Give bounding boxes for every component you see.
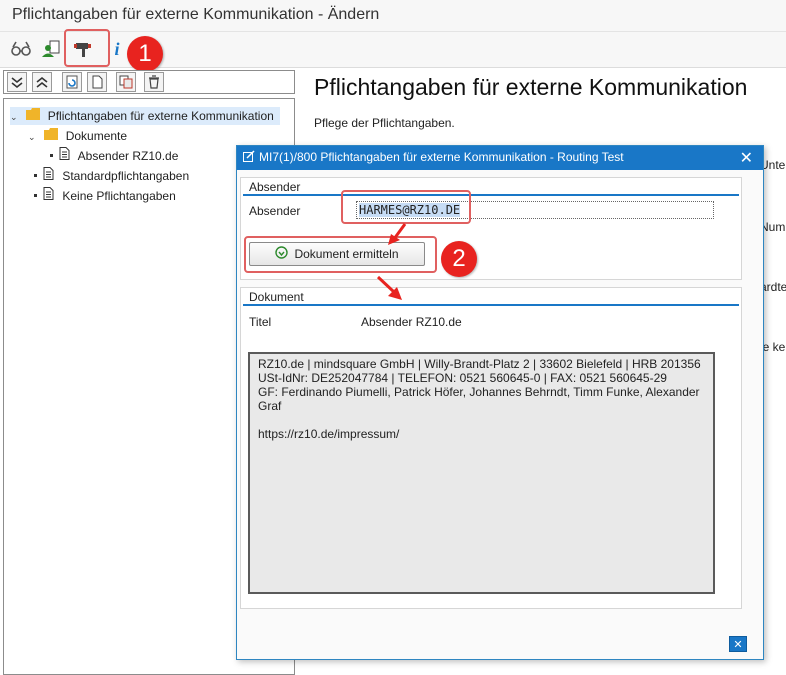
annotation-badge-2: 2 <box>441 241 477 277</box>
dialog-cancel-button[interactable]: ✕ <box>729 636 747 652</box>
document-group-title: Dokument <box>249 290 304 304</box>
dialog-edit-icon <box>243 150 255 165</box>
tree-node-document-item-label: Absender RZ10.de <box>77 149 179 163</box>
tree-node-root[interactable]: ⌄ Pflichtangaben für externe Kommunikati… <box>10 107 280 125</box>
dialog-header: MI7(1)/800 Pflichtangaben für externe Ko… <box>237 146 763 170</box>
tree-node-none[interactable]: Keine Pflichtangaben <box>40 187 176 205</box>
chevron-down-icon[interactable]: ⌄ <box>28 128 40 146</box>
delete-icon[interactable] <box>144 72 164 92</box>
tree-toolbar <box>3 70 295 94</box>
tree-node-document-item[interactable]: Absender RZ10.de <box>56 147 178 165</box>
document-text-area[interactable]: RZ10.de | mindsquare GmbH | Willy-Brandt… <box>248 352 715 594</box>
sender-group-title: Absender <box>249 180 301 194</box>
tree-node-standard[interactable]: Standardpflichtangaben <box>40 167 189 185</box>
page-title: Pflichtangaben für externe Kommunikation <box>314 74 748 100</box>
tree-bullet <box>34 194 37 197</box>
tree-node-standard-label: Standardpflichtangaben <box>62 169 190 183</box>
folder-icon <box>25 107 41 125</box>
folder-icon <box>43 127 59 145</box>
group-divider <box>243 194 739 196</box>
annotation-box-sender <box>341 190 471 224</box>
document-title-label: Titel <box>249 315 272 329</box>
new-document-icon[interactable] <box>87 72 107 92</box>
main-toolbar: i <box>0 32 786 68</box>
page-subtitle: Pflege der Pflichtangaben. <box>314 116 455 130</box>
tree-node-root-label: Pflichtangaben für externe Kommunikation <box>47 109 274 123</box>
sender-field-label: Absender <box>249 204 301 218</box>
tree-node-documents-label: Dokumente <box>65 129 128 143</box>
copy-icon[interactable] <box>116 72 136 92</box>
annotation-arrow-1 <box>388 223 407 245</box>
glasses-icon[interactable] <box>8 36 34 62</box>
collapse-all-icon[interactable] <box>32 72 52 92</box>
chevron-down-icon[interactable]: ⌄ <box>10 108 22 126</box>
window-title: Pflichtangaben für externe Kommunikation… <box>12 6 380 23</box>
tree-node-documents[interactable]: ⌄ Dokumente <box>28 127 127 145</box>
window-title-bar: Pflichtangaben für externe Kommunikation… <box>0 0 786 32</box>
document-icon <box>40 167 56 185</box>
annotation-box-1 <box>64 29 110 67</box>
annotation-arrow-2 <box>376 275 402 300</box>
expand-all-icon[interactable] <box>7 72 27 92</box>
dialog-title: MI7(1)/800 Pflichtangaben für externe Ko… <box>259 150 624 164</box>
tree-bullet <box>34 174 37 177</box>
close-icon[interactable]: ✕ <box>740 148 753 168</box>
user-document-icon[interactable] <box>38 36 64 62</box>
document-icon <box>40 187 56 205</box>
tree-node-none-label: Keine Pflichtangaben <box>62 189 176 203</box>
refresh-icon[interactable] <box>62 72 82 92</box>
annotation-badge-1: 1 <box>127 36 163 72</box>
document-icon <box>56 147 72 165</box>
document-title-value: Absender RZ10.de <box>361 315 462 329</box>
tree-bullet <box>50 154 53 157</box>
group-divider <box>243 304 739 306</box>
